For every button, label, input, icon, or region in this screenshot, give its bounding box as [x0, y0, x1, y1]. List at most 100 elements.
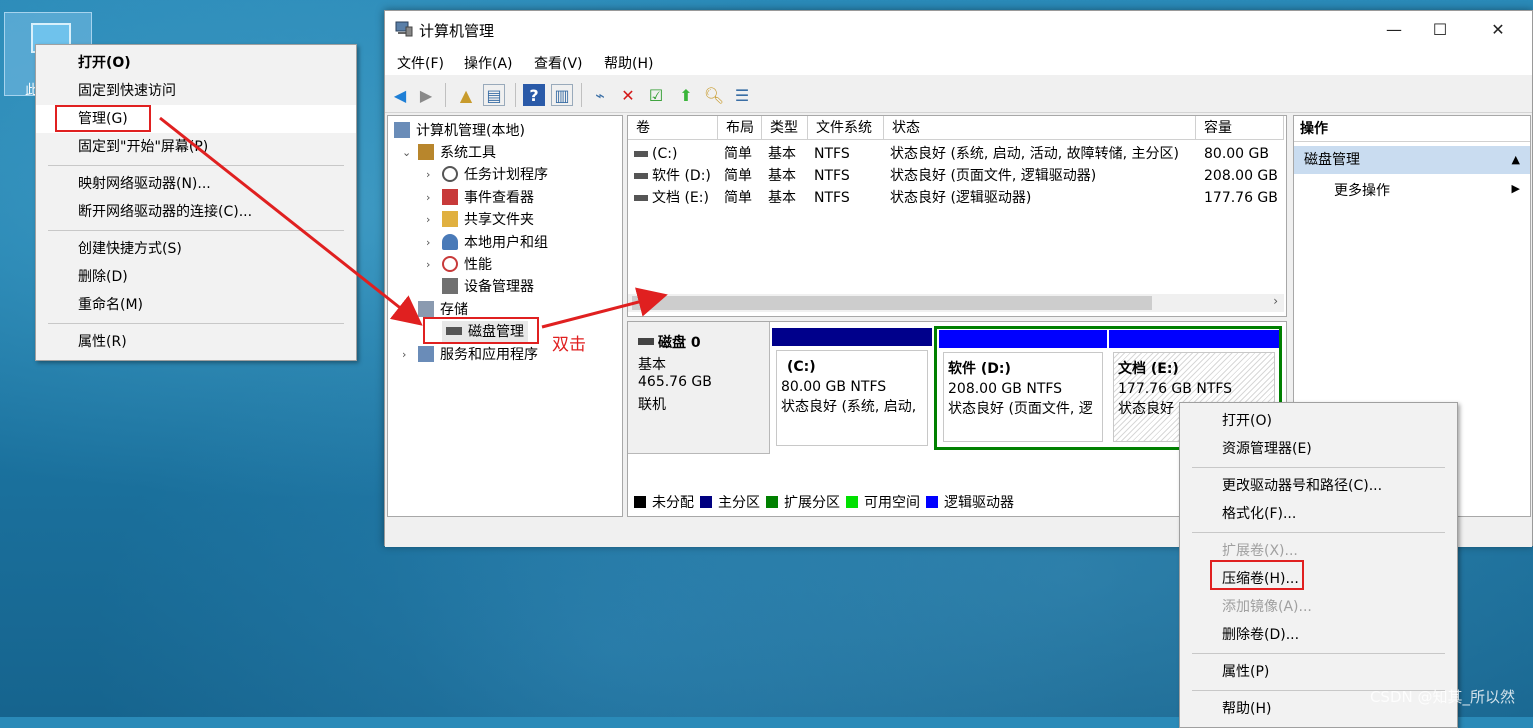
tree-device-manager[interactable]: 设备管理器 — [442, 276, 534, 298]
menu-action[interactable]: 操作(A) — [464, 53, 513, 73]
computer-management-icon — [395, 21, 413, 37]
menu-item[interactable]: 格式化(F)... — [1180, 500, 1457, 528]
export-icon[interactable]: ⬆ — [675, 84, 697, 106]
menu-item[interactable]: 创建快捷方式(S) — [36, 235, 356, 263]
title-bar[interactable]: 计算机管理 — ☐ ✕ — [385, 11, 1532, 49]
tree-disk-management-label: 磁盘管理 — [468, 324, 524, 340]
table-row[interactable] — [628, 165, 1284, 187]
more-actions[interactable]: 更多操作 — [1334, 180, 1390, 200]
partition-status: 状态良好 (系统, 启动, — [781, 399, 917, 415]
disk-0-label[interactable]: 磁盘 0 基本 465.76 GB 联机 — [628, 322, 770, 454]
partition-legend: 未分配 主分区 扩展分区 可用空间 逻辑驱动器 — [634, 492, 1020, 512]
chevron-down-icon[interactable]: ⌄ — [402, 142, 411, 164]
minimize-button[interactable]: — — [1371, 11, 1417, 49]
menu-separator — [1192, 532, 1445, 533]
legend-swatch — [926, 496, 938, 508]
menu-item[interactable]: 打开(O) — [1180, 407, 1457, 435]
table-row[interactable] — [628, 143, 1284, 165]
menu-item[interactable]: 映射网络驱动器(N)... — [36, 170, 356, 198]
menu-item[interactable]: 固定到快速访问 — [36, 77, 356, 105]
menu-item[interactable]: 资源管理器(E) — [1180, 435, 1457, 463]
tree-root[interactable]: 计算机管理(本地) — [394, 120, 525, 142]
properties-icon[interactable]: ☰ — [731, 84, 753, 106]
col-status[interactable]: 状态 — [884, 116, 1196, 140]
chevron-right-icon[interactable]: › — [1273, 294, 1278, 308]
legend-item: 扩展分区 — [766, 492, 840, 512]
menu-help[interactable]: 帮助(H) — [604, 53, 653, 73]
volume-list: 卷 布局 类型 文件系统 状态 容量 (C:) 简单 基本 NTFS 状态良好 (系统,… — [627, 115, 1287, 317]
chevron-right-icon[interactable]: ▶ — [1512, 182, 1520, 195]
col-capacity[interactable]: 容量 — [1196, 116, 1284, 140]
col-filesystem[interactable]: 文件系统 — [808, 116, 884, 140]
forward-arrow-icon[interactable]: ▶ — [415, 84, 437, 106]
up-folder-icon[interactable]: ▲ — [455, 84, 477, 106]
chevron-right-icon[interactable]: › — [426, 209, 430, 231]
tree-shared-folders[interactable]: › 共享文件夹 — [426, 209, 534, 231]
menu-item[interactable]: 压缩卷(H)... — [1180, 565, 1457, 593]
help-icon[interactable]: ? — [523, 84, 545, 106]
tree-performance[interactable]: › 性能 — [426, 254, 492, 276]
tree-task-scheduler[interactable]: › 任务计划程序 — [426, 164, 548, 186]
partition-body: (C:) 80.00 GB NTFS 状态良好 (系统, 启动, — [776, 350, 928, 446]
col-type[interactable]: 类型 — [762, 116, 808, 140]
table-row[interactable] — [628, 187, 1284, 209]
show-hide-tree-icon[interactable]: ▤ — [483, 84, 505, 106]
tree-event-viewer[interactable]: › 事件查看器 — [426, 187, 534, 209]
tree-system-tools-label: 系统工具 — [440, 145, 496, 161]
menu-item[interactable]: 固定到"开始"屏幕(P) — [36, 133, 356, 161]
partition-c[interactable]: (C:) 80.00 GB NTFS 状态良好 (系统, 启动, — [772, 322, 932, 448]
disk-icon — [638, 338, 654, 345]
disk-type: 基本 — [638, 357, 666, 373]
back-arrow-icon[interactable]: ◀ — [389, 84, 411, 106]
chevron-right-icon[interactable]: › — [426, 232, 430, 254]
legend-item: 未分配 — [634, 492, 694, 512]
menu-item[interactable]: 删除(D) — [36, 263, 356, 291]
legend-label: 未分配 — [652, 495, 694, 511]
collapse-up-icon[interactable]: ▲ — [1512, 146, 1520, 174]
menu-item[interactable]: 重命名(M) — [36, 291, 356, 319]
tree-storage[interactable]: ⌄ 存储 — [402, 299, 468, 321]
tree-system-tools[interactable]: ⌄ 系统工具 — [402, 142, 496, 164]
menu-item[interactable]: 更改驱动器号和路径(C)... — [1180, 472, 1457, 500]
menu-item[interactable]: 属性(R) — [36, 328, 356, 356]
menu-item[interactable]: 属性(P) — [1180, 658, 1457, 686]
event-viewer-icon — [442, 189, 458, 205]
chevron-right-icon[interactable]: › — [402, 344, 406, 366]
menu-item[interactable]: 断开网络驱动器的连接(C)... — [36, 198, 356, 226]
desktop-context-menu: 打开(O) 固定到快速访问 管理(G) 固定到"开始"屏幕(P) 映射网络驱动器(N).… — [35, 44, 357, 361]
chevron-right-icon[interactable]: › — [426, 254, 430, 276]
check-icon[interactable]: ☑ — [645, 84, 667, 106]
search-icon[interactable]: 🔍︎ — [703, 84, 725, 106]
tree-local-users[interactable]: › 本地用户和组 — [426, 232, 548, 254]
maximize-button[interactable]: ☐ — [1417, 11, 1463, 49]
connect-icon[interactable]: ⌁ — [589, 84, 611, 106]
menu-item[interactable]: 删除卷(D)... — [1180, 621, 1457, 649]
menu-item[interactable]: 管理(G) — [36, 105, 356, 133]
partition-size: 80.00 GB NTFS — [781, 379, 887, 395]
legend-label: 逻辑驱动器 — [944, 495, 1014, 511]
tree-services[interactable]: › 服务和应用程序 — [402, 344, 538, 366]
storage-icon — [418, 301, 434, 317]
action-pane-icon[interactable]: ▥ — [551, 84, 573, 106]
menu-file[interactable]: 文件(F) — [397, 53, 444, 73]
watermark: CSDN @知其_所以然 — [1369, 688, 1515, 706]
tree-storage-label: 存储 — [440, 302, 468, 318]
toolbar: ◀ ▶ ▲ ▤ ? ▥ ⌁ ✕ ☑ ⬆ 🔍︎ ☰ — [385, 75, 1532, 113]
partition-d[interactable]: 软件 (D:) 208.00 GB NTFS 状态良好 (页面文件, 逻 — [939, 322, 1107, 448]
computer-icon — [394, 122, 410, 138]
chevron-right-icon[interactable]: › — [426, 187, 430, 209]
col-volume[interactable]: 卷 — [628, 116, 718, 140]
chevron-right-icon[interactable]: › — [426, 164, 430, 186]
delete-icon[interactable]: ✕ — [617, 84, 639, 106]
actions-section-disk-management[interactable]: 磁盘管理 ▲ — [1294, 146, 1530, 174]
tree-shared-folders-label: 共享文件夹 — [464, 212, 534, 228]
tree-disk-management[interactable]: 磁盘管理 — [442, 321, 528, 343]
close-button[interactable]: ✕ — [1475, 11, 1521, 49]
col-layout[interactable]: 布局 — [718, 116, 762, 140]
horizontal-scrollbar[interactable]: › — [628, 294, 1284, 312]
disk-icon — [446, 327, 462, 335]
menu-view[interactable]: 查看(V) — [534, 53, 583, 73]
chevron-down-icon[interactable]: ⌄ — [402, 299, 411, 321]
menu-item[interactable]: 打开(O) — [36, 49, 356, 77]
scrollbar-thumb[interactable] — [632, 296, 1152, 310]
